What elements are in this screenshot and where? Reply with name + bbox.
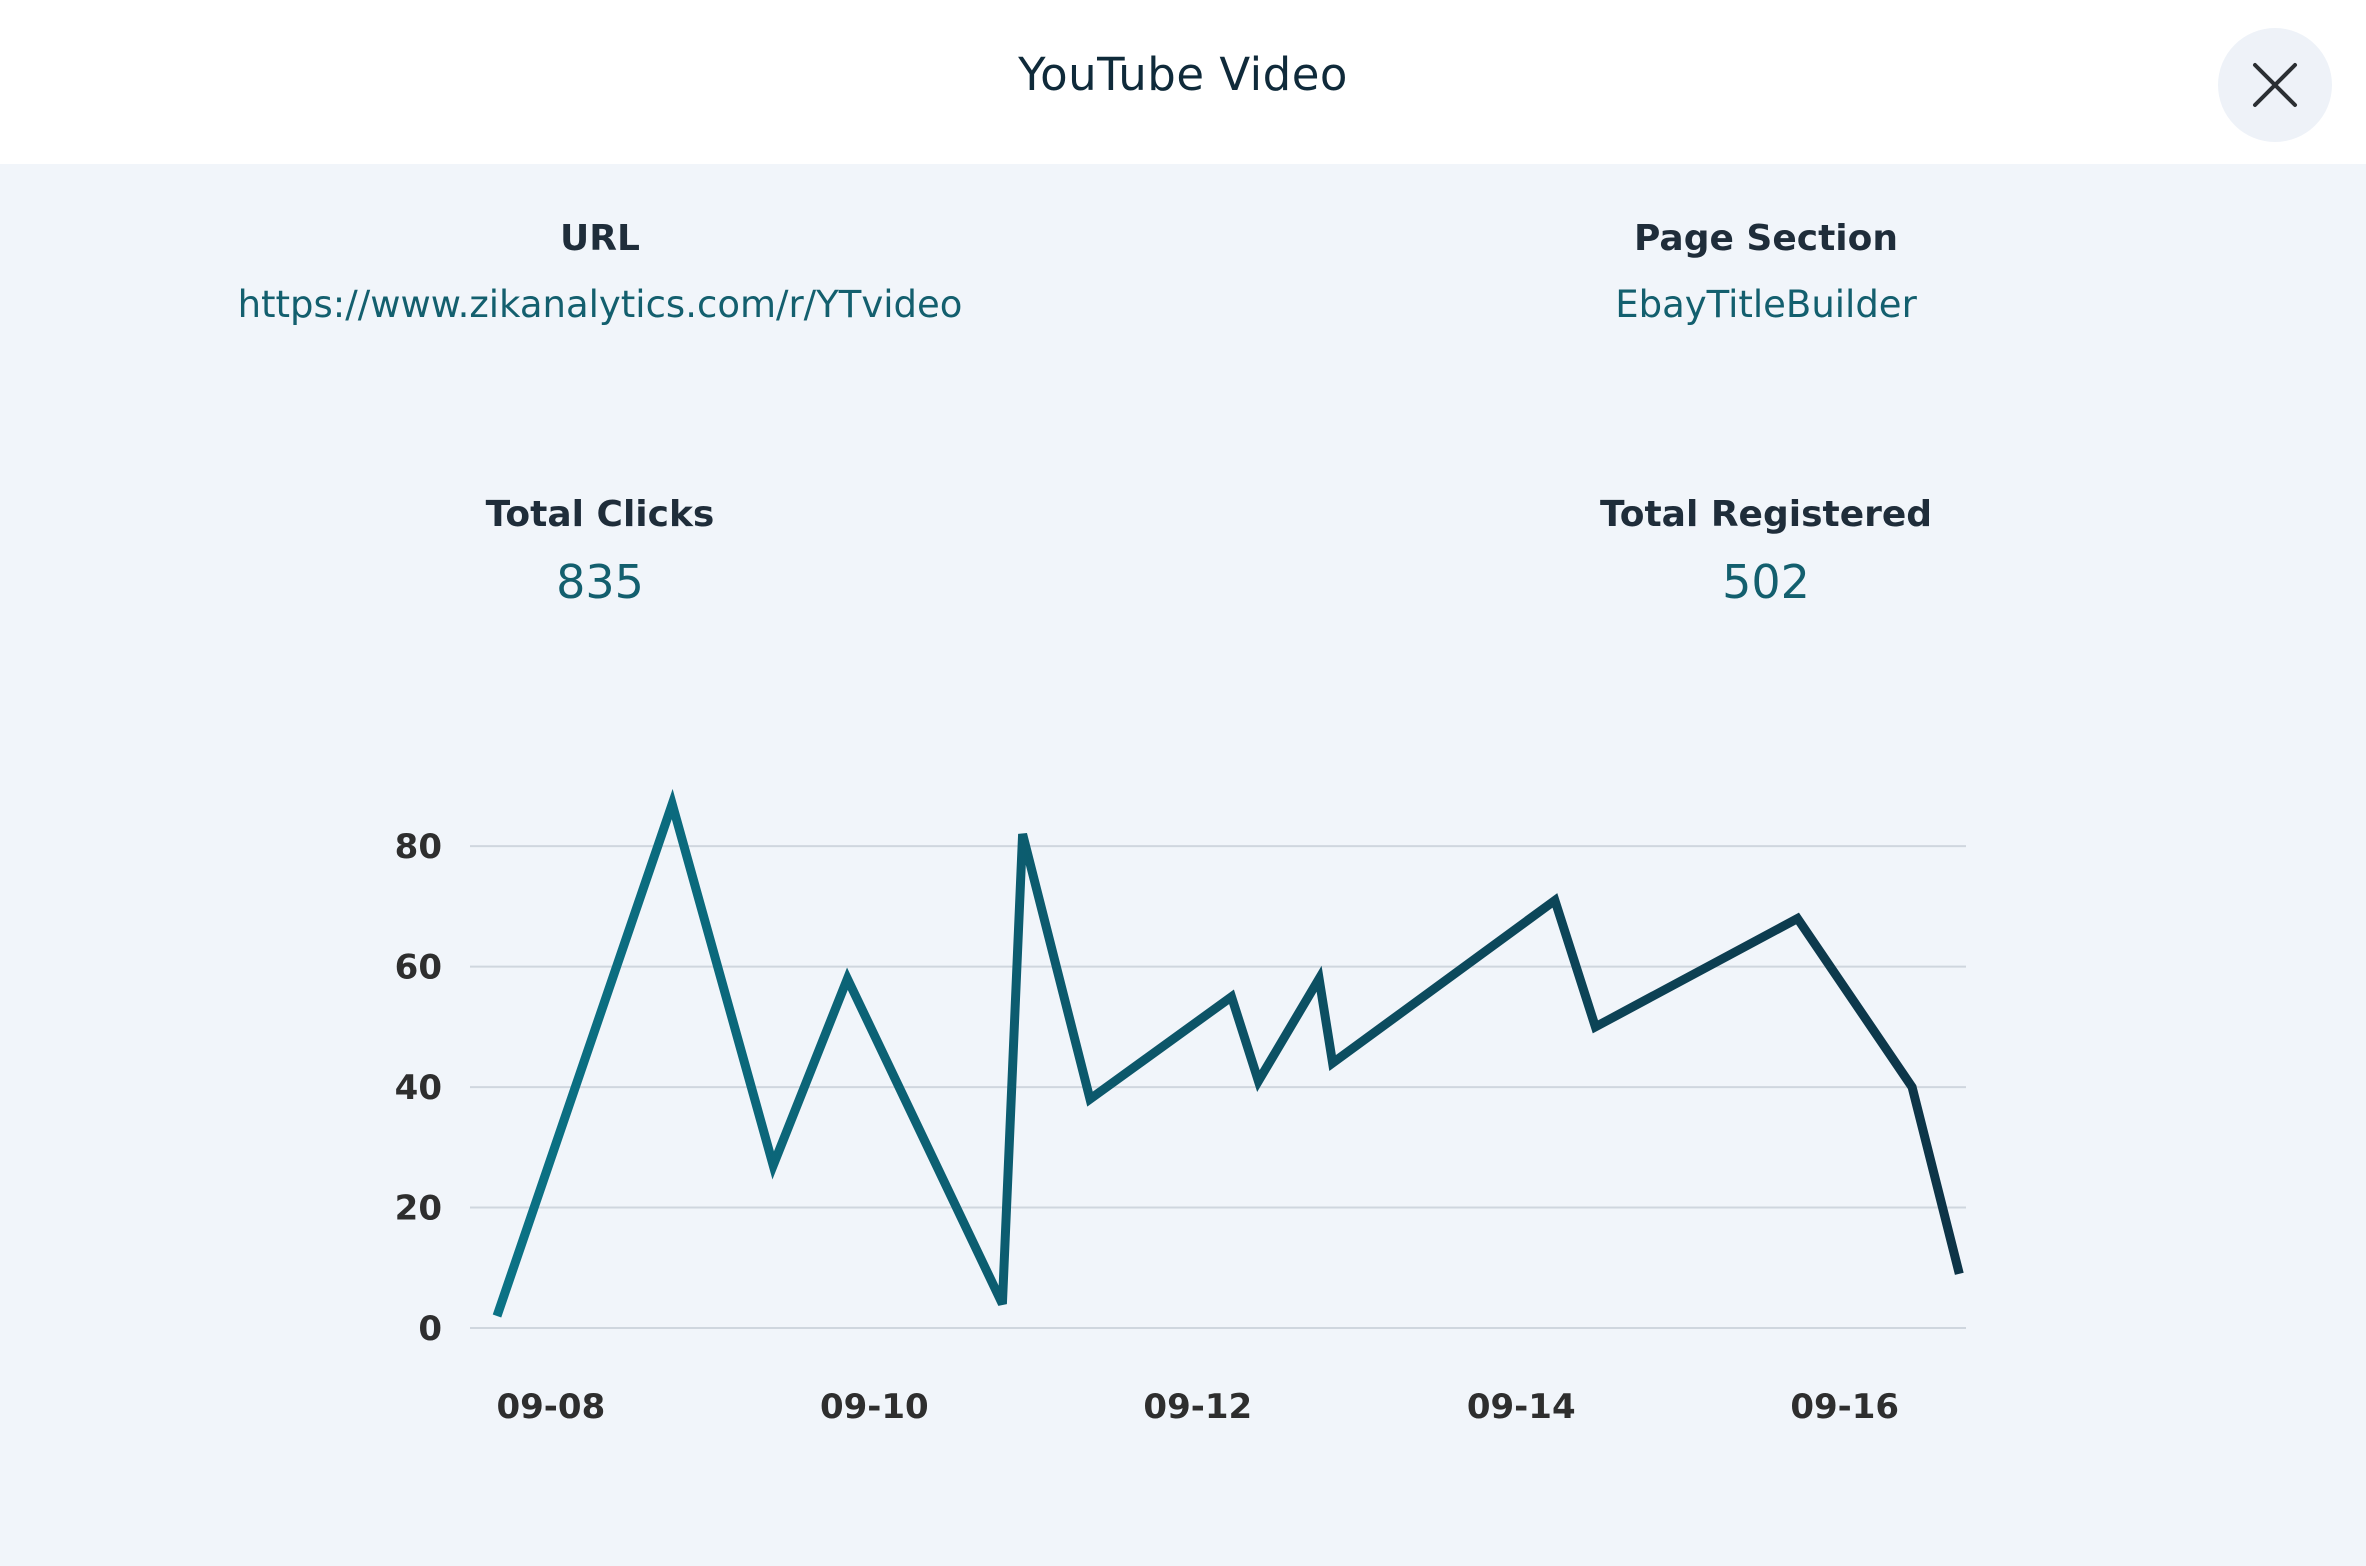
x-tick-label: 09-08 — [496, 1387, 605, 1427]
x-tick-label: 09-12 — [1143, 1387, 1252, 1427]
y-tick-label: 60 — [395, 948, 442, 988]
y-tick-label: 20 — [395, 1189, 442, 1229]
y-tick-label: 0 — [418, 1309, 442, 1349]
chart-grid — [470, 845, 1966, 1329]
x-tick-label: 09-10 — [820, 1387, 929, 1427]
chart-series — [492, 788, 1964, 1318]
x-tick-label: 09-16 — [1790, 1387, 1899, 1427]
y-axis-ticks: 0 20 40 60 80 — [395, 827, 442, 1349]
y-tick-label: 80 — [395, 827, 442, 867]
x-axis-ticks: 09-08 09-10 09-12 09-14 09-16 — [496, 1387, 1899, 1427]
series-line — [492, 788, 1964, 1318]
analytics-modal: YouTube Video URL https://www.zikanalyti… — [0, 0, 2366, 1566]
x-tick-label: 09-14 — [1467, 1387, 1576, 1427]
y-tick-label: 40 — [395, 1068, 442, 1108]
clicks-line-chart: 0 20 40 60 80 09-08 09-10 09-12 09-14 09-16 — [395, 788, 1966, 1427]
